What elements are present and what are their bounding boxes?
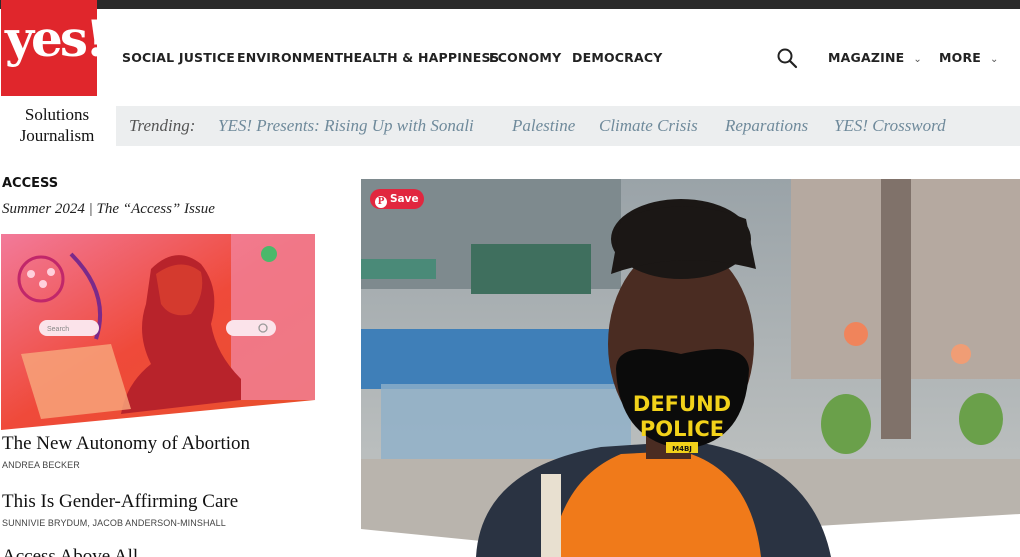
nav-health-happiness[interactable]: HEALTH & HAPPINESS bbox=[343, 50, 499, 65]
hero-photo[interactable]: DEFUND POLICE M4BJ bbox=[361, 179, 1020, 557]
mask-text-line-1: DEFUND bbox=[633, 392, 731, 416]
trending-link[interactable]: Palestine bbox=[512, 106, 575, 146]
top-bar bbox=[0, 0, 1020, 9]
logo-text: yes! bbox=[5, 9, 97, 68]
search-icon[interactable] bbox=[776, 47, 798, 69]
chevron-down-icon: ⌄ bbox=[913, 54, 922, 65]
pinterest-save-button[interactable]: P Save bbox=[370, 189, 424, 209]
trending-link[interactable]: YES! Presents: Rising Up with Sonali bbox=[218, 106, 474, 146]
trending-link[interactable]: YES! Crossword bbox=[834, 106, 946, 146]
nav-democracy[interactable]: DEMOCRACY bbox=[572, 50, 662, 65]
mask-text-line-2: POLICE bbox=[640, 417, 724, 441]
save-label: Save bbox=[390, 193, 419, 205]
nav-economy[interactable]: ECONOMY bbox=[489, 50, 561, 65]
article-title[interactable]: Access Above All bbox=[2, 546, 138, 557]
tagline-line-1: Solutions bbox=[24, 105, 90, 124]
section-title[interactable]: ACCESS bbox=[2, 176, 58, 191]
cover-search-text: Search bbox=[47, 326, 69, 333]
yes-logo[interactable]: yes! bbox=[1, 0, 97, 96]
chevron-down-icon: ⌄ bbox=[990, 54, 999, 65]
pinterest-icon: P bbox=[375, 196, 387, 208]
trending-bar: Trending: YES! Presents: Rising Up with … bbox=[116, 106, 1020, 146]
issue-subtitle: Summer 2024 | The “Access” Issue bbox=[2, 201, 215, 217]
article-author[interactable]: SUNNIVIE BRYDUM, JACOB ANDERSON-MINSHALL bbox=[2, 518, 226, 528]
tagline-line-2: Journalism bbox=[19, 126, 95, 145]
trending-label: Trending: bbox=[129, 116, 196, 135]
nav-more[interactable]: MORE ⌄ bbox=[939, 50, 999, 65]
mask-tag: M4BJ bbox=[672, 445, 692, 453]
nav-environment[interactable]: ENVIRONMENT bbox=[237, 50, 343, 65]
article-title[interactable]: This Is Gender-Affirming Care bbox=[2, 491, 238, 513]
nav-social-justice[interactable]: SOCIAL JUSTICE bbox=[122, 50, 235, 65]
logo-tagline: Solutions Journalism bbox=[14, 104, 100, 146]
nav-more-label: MORE bbox=[939, 50, 982, 65]
issue-cover-illustration[interactable]: Search bbox=[1, 234, 315, 430]
nav-magazine-label: MAGAZINE bbox=[828, 50, 905, 65]
trending-link[interactable]: Reparations bbox=[725, 106, 808, 146]
trending-link[interactable]: Climate Crisis bbox=[599, 106, 698, 146]
article-title[interactable]: The New Autonomy of Abortion bbox=[2, 433, 250, 455]
article-author[interactable]: ANDREA BECKER bbox=[2, 460, 80, 470]
nav-magazine[interactable]: MAGAZINE ⌄ bbox=[828, 50, 922, 65]
